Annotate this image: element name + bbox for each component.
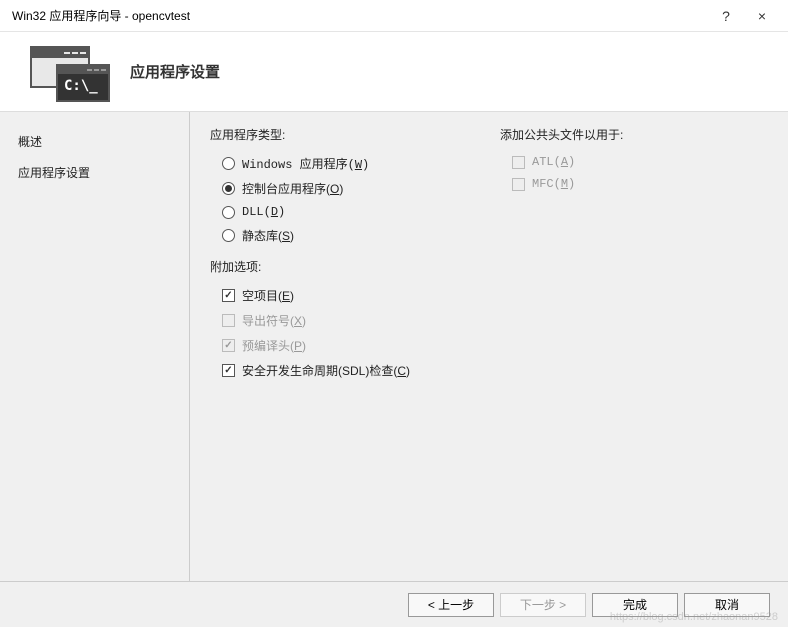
checkbox-atl: ATL(A) (500, 151, 768, 173)
page-title: 应用程序设置 (130, 61, 220, 82)
checkbox-icon (222, 314, 235, 327)
checkbox-empty-project[interactable]: 空项目(E) (210, 283, 500, 308)
checkbox-label: 导出符号(X) (242, 312, 306, 329)
wizard-icon: C:\_ (24, 42, 114, 102)
checkbox-label: 预编译头(P) (242, 337, 306, 354)
left-column: 应用程序类型: Windows 应用程序(W) 控制台应用程序(O) DLL(D… (210, 126, 500, 567)
radio-label: 控制台应用程序(O) (242, 180, 343, 197)
titlebar: Win32 应用程序向导 - opencvtest ? × (0, 0, 788, 32)
radio-windows-app[interactable]: Windows 应用程序(W) (210, 151, 500, 176)
radio-icon (222, 182, 235, 195)
radio-label: 静态库(S) (242, 227, 294, 244)
checkbox-icon (222, 289, 235, 302)
checkbox-icon (512, 156, 525, 169)
checkbox-icon (512, 178, 525, 191)
checkbox-label: MFC(M) (532, 177, 575, 191)
checkbox-precompiled-header: 预编译头(P) (210, 333, 500, 358)
radio-static-lib[interactable]: 静态库(S) (210, 223, 500, 248)
checkbox-sdl-check[interactable]: 安全开发生命周期(SDL)检查(C) (210, 358, 500, 383)
radio-icon (222, 157, 235, 170)
checkbox-label: 空项目(E) (242, 287, 294, 304)
body: 概述 应用程序设置 应用程序类型: Windows 应用程序(W) 控制台应用程… (0, 112, 788, 581)
help-button[interactable]: ? (708, 8, 744, 24)
radio-icon (222, 229, 235, 242)
console-prompt-icon: C:\_ (58, 74, 108, 98)
checkbox-label: ATL(A) (532, 155, 575, 169)
prev-button[interactable]: < 上一步 (408, 593, 494, 617)
radio-icon (222, 206, 235, 219)
checkbox-export-symbols: 导出符号(X) (210, 308, 500, 333)
headers-label: 添加公共头文件以用于: (500, 126, 768, 143)
header: C:\_ 应用程序设置 (0, 32, 788, 112)
close-button[interactable]: × (744, 8, 780, 24)
radio-label: Windows 应用程序(W) (242, 155, 369, 172)
radio-console-app[interactable]: 控制台应用程序(O) (210, 176, 500, 201)
footer: < 上一步 下一步 > 完成 取消 https://blog.csdn.net/… (0, 581, 788, 627)
sidebar-item-label: 概述 (18, 135, 42, 149)
radio-dll[interactable]: DLL(D) (210, 201, 500, 223)
sidebar: 概述 应用程序设置 (0, 112, 190, 581)
window-title: Win32 应用程序向导 - opencvtest (12, 7, 708, 24)
right-column: 添加公共头文件以用于: ATL(A) MFC(M) (500, 126, 768, 567)
app-type-label: 应用程序类型: (210, 126, 500, 143)
checkbox-icon (222, 339, 235, 352)
finish-button[interactable]: 完成 (592, 593, 678, 617)
sidebar-item-label: 应用程序设置 (18, 166, 90, 180)
cancel-button[interactable]: 取消 (684, 593, 770, 617)
sidebar-item-overview[interactable]: 概述 (18, 126, 171, 157)
additional-label: 附加选项: (210, 258, 500, 275)
checkbox-label: 安全开发生命周期(SDL)检查(C) (242, 362, 410, 379)
radio-label: DLL(D) (242, 205, 285, 219)
content: 应用程序类型: Windows 应用程序(W) 控制台应用程序(O) DLL(D… (190, 112, 788, 581)
sidebar-item-app-settings[interactable]: 应用程序设置 (18, 157, 171, 188)
next-button: 下一步 > (500, 593, 586, 617)
wizard-window: Win32 应用程序向导 - opencvtest ? × C:\_ 应用程序设… (0, 0, 788, 627)
checkbox-icon (222, 364, 235, 377)
checkbox-mfc: MFC(M) (500, 173, 768, 195)
